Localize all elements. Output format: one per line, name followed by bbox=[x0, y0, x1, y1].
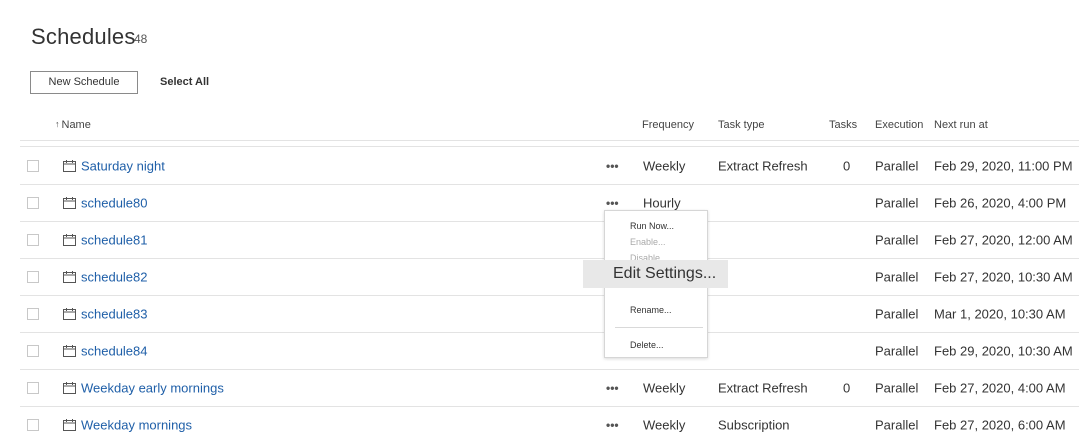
calendar-icon bbox=[63, 418, 76, 431]
select-all-button[interactable]: Select All bbox=[160, 76, 209, 88]
menu-item-delete[interactable]: Delete... bbox=[630, 340, 664, 350]
schedule-name-link[interactable]: schedule81 bbox=[81, 232, 148, 247]
more-options-icon[interactable]: ••• bbox=[606, 381, 619, 395]
menu-item-enable: Enable... bbox=[630, 237, 666, 247]
calendar-icon bbox=[63, 381, 76, 394]
row-checkbox[interactable] bbox=[27, 270, 39, 283]
table-row: schedule82 Parallel Feb 27, 2020, 10:30 AM bbox=[0, 258, 1079, 295]
more-options-icon[interactable]: ••• bbox=[606, 159, 619, 173]
next-run-cell: Feb 27, 2020, 6:00 AM bbox=[934, 417, 1066, 432]
calendar-icon bbox=[63, 233, 76, 246]
menu-item-rename[interactable]: Rename... bbox=[630, 305, 672, 315]
next-run-cell: Feb 29, 2020, 10:30 AM bbox=[934, 343, 1073, 358]
column-header-task-type[interactable]: Task type bbox=[718, 119, 764, 131]
next-run-cell: Feb 27, 2020, 10:30 AM bbox=[934, 269, 1073, 284]
menu-separator bbox=[615, 327, 703, 328]
row-checkbox[interactable] bbox=[27, 233, 39, 246]
frequency-cell: Hourly bbox=[643, 195, 681, 210]
execution-cell: Parallel bbox=[875, 380, 919, 395]
schedule-name-link[interactable]: schedule83 bbox=[81, 306, 148, 321]
execution-cell: Parallel bbox=[875, 269, 919, 284]
table-row: schedule80 ••• Hourly Parallel Feb 26, 2020,… bbox=[0, 184, 1079, 221]
column-header-frequency[interactable]: Frequency bbox=[642, 119, 694, 131]
table-row: Weekday early mornings ••• Weekly Extract R… bbox=[0, 369, 1079, 406]
next-run-cell: Mar 1, 2020, 10:30 AM bbox=[934, 306, 1066, 321]
schedule-name-link[interactable]: Weekday mornings bbox=[81, 417, 192, 432]
next-run-cell: Feb 26, 2020, 4:00 PM bbox=[934, 195, 1067, 210]
schedule-name-link[interactable]: Saturday night bbox=[81, 158, 165, 173]
column-header-name[interactable]: ↑ Name bbox=[55, 119, 91, 131]
schedule-name-link[interactable]: schedule82 bbox=[81, 269, 148, 284]
new-schedule-button[interactable]: New Schedule bbox=[30, 71, 138, 94]
header-divider bbox=[20, 140, 1079, 141]
calendar-icon bbox=[63, 159, 76, 172]
sort-ascending-icon: ↑ bbox=[55, 119, 60, 129]
calendar-icon bbox=[63, 307, 76, 320]
table-row: schedule83 Parallel Mar 1, 2020, 10:30 AM bbox=[0, 295, 1079, 332]
column-header-execution[interactable]: Execution bbox=[875, 119, 923, 131]
row-checkbox[interactable] bbox=[27, 381, 39, 394]
page-title: Schedules bbox=[31, 24, 136, 49]
execution-cell: Parallel bbox=[875, 306, 919, 321]
row-checkbox[interactable] bbox=[27, 344, 39, 357]
execution-cell: Parallel bbox=[875, 158, 919, 173]
calendar-icon bbox=[63, 270, 76, 283]
row-checkbox[interactable] bbox=[27, 196, 39, 209]
frequency-cell: Weekly bbox=[643, 380, 686, 395]
schedule-count: 48 bbox=[134, 32, 148, 46]
frequency-cell: Weekly bbox=[643, 417, 686, 432]
schedule-name-link[interactable]: schedule84 bbox=[81, 343, 148, 358]
frequency-cell: Weekly bbox=[643, 158, 686, 173]
execution-cell: Parallel bbox=[875, 195, 919, 210]
tasks-count-cell: 0 bbox=[843, 158, 851, 173]
next-run-cell: Feb 27, 2020, 4:00 AM bbox=[934, 380, 1066, 395]
task-type-cell: Extract Refresh bbox=[718, 158, 808, 173]
table-row: schedule84 Parallel Feb 29, 2020, 10:30 AM bbox=[0, 332, 1079, 369]
row-checkbox[interactable] bbox=[27, 159, 39, 172]
more-options-icon[interactable]: ••• bbox=[606, 196, 619, 210]
table-row: Saturday night ••• Weekly Extract Refresh 0 P… bbox=[0, 147, 1079, 184]
schedule-name-link[interactable]: Weekday early mornings bbox=[81, 380, 224, 395]
table-row: schedule81 Parallel Feb 27, 2020, 12:00 AM bbox=[0, 221, 1079, 258]
tasks-count-cell: 0 bbox=[843, 380, 851, 395]
task-type-cell: Extract Refresh bbox=[718, 380, 808, 395]
schedule-name-link[interactable]: schedule80 bbox=[81, 195, 148, 210]
next-run-cell: Feb 27, 2020, 12:00 AM bbox=[934, 232, 1073, 247]
column-header-name-label: Name bbox=[61, 119, 91, 131]
column-header-tasks[interactable]: Tasks bbox=[829, 119, 857, 131]
calendar-icon bbox=[63, 344, 76, 357]
row-checkbox[interactable] bbox=[27, 307, 39, 320]
menu-item-edit-settings[interactable]: Edit Settings... bbox=[583, 260, 728, 288]
more-options-icon[interactable]: ••• bbox=[606, 418, 619, 432]
task-type-cell: Subscription bbox=[718, 417, 790, 432]
execution-cell: Parallel bbox=[875, 417, 919, 432]
column-header-next-run[interactable]: Next run at bbox=[934, 119, 988, 131]
execution-cell: Parallel bbox=[875, 343, 919, 358]
row-checkbox[interactable] bbox=[27, 418, 39, 431]
calendar-icon bbox=[63, 196, 76, 209]
table-row: Weekday mornings ••• Weekly Subscription Par… bbox=[0, 406, 1079, 440]
execution-cell: Parallel bbox=[875, 232, 919, 247]
next-run-cell: Feb 29, 2020, 11:00 PM bbox=[934, 158, 1073, 173]
menu-item-run-now[interactable]: Run Now... bbox=[630, 221, 674, 231]
